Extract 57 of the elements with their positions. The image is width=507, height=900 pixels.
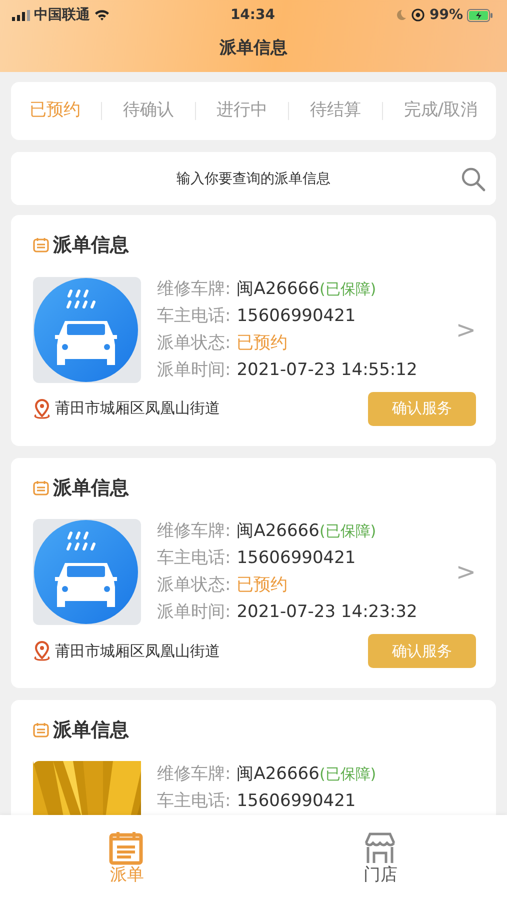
- calendar-icon: [33, 480, 49, 496]
- address-text: 莆田市城厢区凤凰山街道: [55, 640, 220, 662]
- field-value: 15606990421: [236, 304, 356, 328]
- field-value: 闽A26666: [236, 762, 320, 786]
- calendar-icon: [33, 722, 49, 738]
- field-value: 2021-07-23 14:55:12: [236, 358, 418, 382]
- address-text: 莆田市城厢区凤凰山街道: [55, 398, 220, 420]
- field-label: 维修车牌:: [157, 520, 231, 543]
- car-wash-icon: [33, 276, 141, 382]
- field-value: 2021-07-23 14:23:32: [236, 601, 418, 624]
- car-wash-icon: [33, 519, 141, 625]
- moon-icon: [395, 9, 408, 21]
- card-title: 派单信息: [53, 718, 129, 743]
- field-label: 车主电话:: [157, 790, 231, 812]
- field-label: 派单时间:: [157, 358, 231, 382]
- location-pin-icon: [33, 641, 51, 661]
- filter-tab[interactable]: 待确认: [122, 98, 174, 124]
- chevron-icon[interactable]: >: [456, 554, 476, 590]
- card-title: 派单信息: [53, 476, 129, 500]
- guarantee-note: (已保障): [319, 278, 376, 300]
- field-label: 派单时间:: [157, 601, 231, 624]
- filter-tab[interactable]: 进行中: [216, 98, 268, 124]
- calendar-icon: [108, 831, 145, 865]
- confirm-service-button[interactable]: 确认服务: [368, 392, 476, 426]
- search-icon: [460, 166, 486, 192]
- nav-tab[interactable]: 派单: [0, 815, 254, 900]
- page-title: 派单信息: [218, 37, 288, 60]
- battery-percent: 99%: [429, 6, 463, 24]
- nav-tab[interactable]: 门店: [254, 815, 507, 900]
- field-value: 15606990421: [236, 790, 356, 812]
- search-field[interactable]: 输入你要查询的派单信息: [11, 152, 496, 205]
- chevron-icon[interactable]: >: [456, 312, 476, 348]
- location-pin-icon: [33, 398, 51, 418]
- filter-tab[interactable]: 已预约: [29, 98, 80, 124]
- filter-tab[interactable]: 待结算: [310, 98, 362, 124]
- field-value: 闽A26666: [236, 520, 320, 543]
- signal-icon: [12, 10, 30, 20]
- field-label: 车主电话:: [157, 547, 231, 570]
- field-label: 维修车牌:: [157, 762, 231, 786]
- field-label: 维修车牌:: [157, 278, 231, 300]
- field-label: 车主电话:: [157, 304, 231, 328]
- status-time: 14:34: [229, 6, 276, 24]
- guarantee-note: (已保障): [319, 521, 376, 542]
- field-value: 15606990421: [236, 547, 356, 570]
- guarantee-note: (已保障): [319, 764, 376, 784]
- field-label: 派单状态:: [157, 332, 231, 354]
- status-value: 已预约: [236, 574, 288, 597]
- carrier-name: 中国联通: [34, 6, 90, 24]
- field-label: 派单状态:: [157, 574, 231, 597]
- card-title: 派单信息: [53, 233, 129, 258]
- calendar-icon: [33, 237, 49, 254]
- confirm-service-button[interactable]: 确认服务: [368, 634, 476, 668]
- filter-tab[interactable]: 完成/取消: [404, 98, 478, 124]
- orientation-lock-icon: [411, 8, 426, 22]
- field-value: 闽A26666: [236, 278, 320, 300]
- wifi-icon: [94, 9, 110, 21]
- status-value: 已预约: [236, 332, 288, 354]
